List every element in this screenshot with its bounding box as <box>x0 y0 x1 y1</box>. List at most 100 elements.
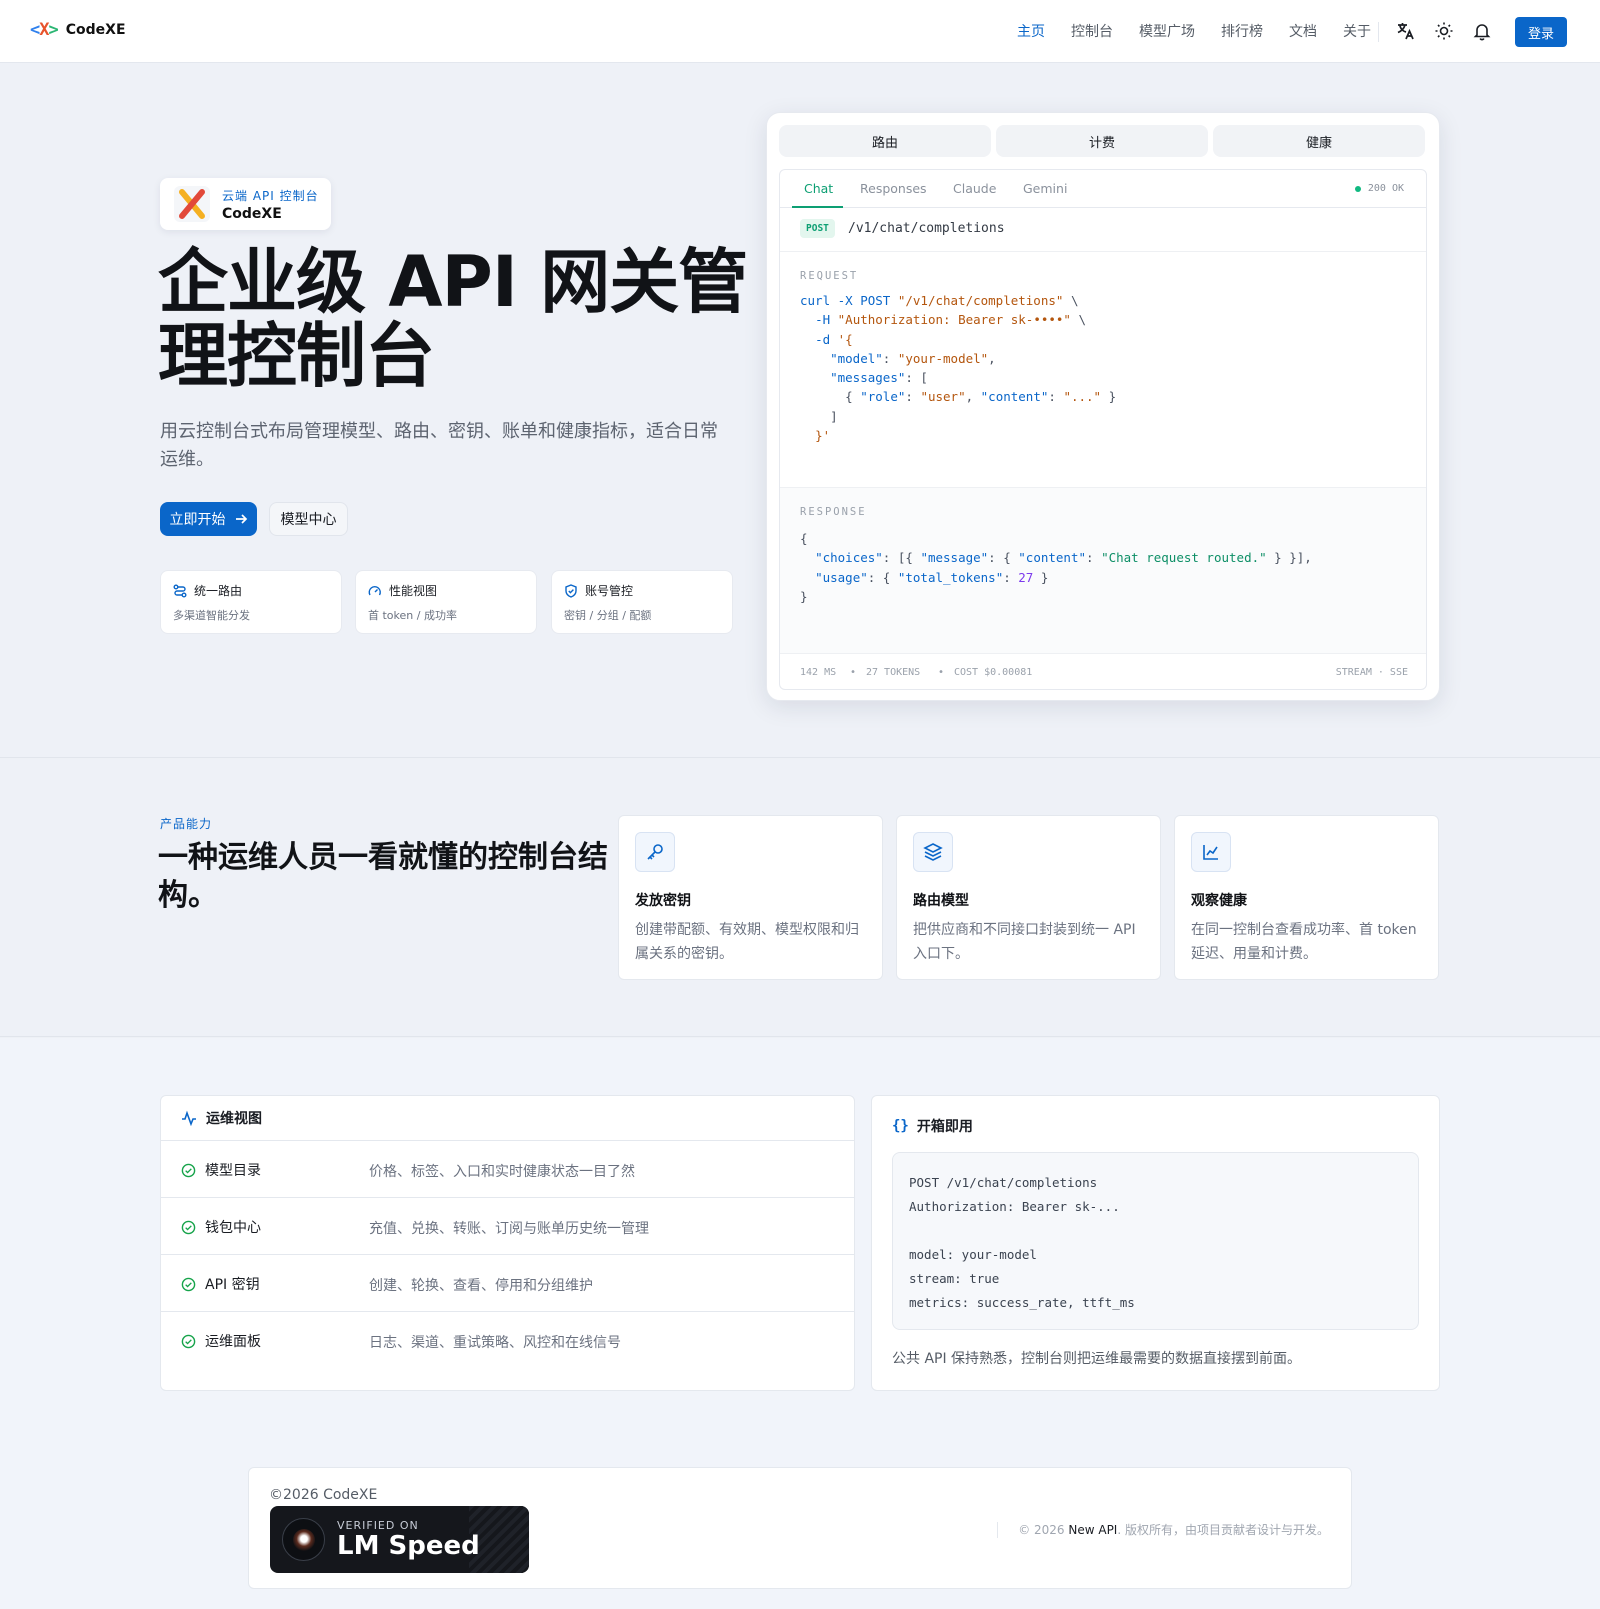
capability-card-keys: 发放密钥 创建带配额、有效期、模型权限和归属关系的密钥。 <box>618 815 883 980</box>
metric-separator: • <box>938 667 945 678</box>
get-started-label: 立即开始 <box>169 512 226 528</box>
nav-model-square[interactable]: 模型广场 <box>1139 21 1195 41</box>
get-started-button[interactable]: 立即开始 <box>160 502 257 536</box>
credits-year: © 2026 <box>1018 1523 1065 1537</box>
request-code: curl -X POST "/v1/chat/completions" \ -H… <box>800 293 1117 444</box>
braces-icon: {} <box>892 1118 909 1134</box>
check-circle-icon <box>181 1277 196 1291</box>
capability-title: 路由模型 <box>913 893 969 909</box>
segment-routing[interactable]: 路由 <box>779 125 991 157</box>
api-console-panel: 路由 计费 健康 Chat Responses Claude Gemini 20… <box>766 112 1440 701</box>
translate-icon[interactable] <box>1394 19 1418 43</box>
ops-row-desc: 价格、标签、入口和实时健康状态一目了然 <box>369 1164 635 1180</box>
tab-responses[interactable]: Responses <box>860 181 927 196</box>
stream-mode: STREAM · SSE <box>1335 667 1408 678</box>
metrics-bar: 142 MS • 27 TOKENS • COST $0.00081 STREA… <box>780 653 1426 689</box>
nav-console[interactable]: 控制台 <box>1071 21 1113 41</box>
ready-title: 开箱即用 <box>916 1119 973 1135</box>
ops-row-name: API 密钥 <box>205 1277 260 1293</box>
bell-icon[interactable] <box>1470 19 1494 43</box>
response-area: RESPONSE { "choices": [{ "message": { "c… <box>780 487 1426 653</box>
code-preview: Chat Responses Claude Gemini 200 OK POST… <box>779 169 1427 690</box>
activity-icon <box>182 1110 196 1126</box>
nav-leaderboard[interactable]: 排行榜 <box>1221 21 1263 41</box>
feature-title: 统一路由 <box>194 584 243 598</box>
latency-metric: 142 MS <box>800 667 837 678</box>
metric-separator: • <box>850 667 857 678</box>
hero-section: 云端 API 控制台 CodeXE 企业级 API 网关管理控制台 用云控制台式… <box>0 63 1600 758</box>
credits-text: . 版权所有，由项目贡献者设计与开发。 <box>1117 1523 1329 1537</box>
request-label: REQUEST <box>800 270 859 282</box>
logo[interactable]: <X> CodeXE <box>30 20 126 40</box>
capability-card-routing: 路由模型 把供应商和不同接口封装到统一 API 入口下。 <box>896 815 1161 980</box>
lm-speed-logo-icon <box>282 1518 325 1561</box>
response-code: { "choices": [{ "message": { "content": … <box>800 531 1312 604</box>
route-icon <box>173 584 187 597</box>
feature-desc: 首 token / 成功率 <box>368 609 457 622</box>
ready-note: 公共 API 保持熟悉，控制台则把运维最需要的数据直接摆到前面。 <box>892 1351 1302 1367</box>
capability-card-health: 观察健康 在同一控制台查看成功率、首 token 延迟、用量和计费。 <box>1174 815 1439 980</box>
endpoint-path: /v1/chat/completions <box>848 221 1005 236</box>
tab-chat[interactable]: Chat <box>804 181 833 196</box>
ready-code-block: POST /v1/chat/completions Authorization:… <box>892 1152 1419 1330</box>
badge-subtitle: 云端 API 控制台 <box>222 188 319 203</box>
check-circle-icon <box>181 1163 196 1177</box>
capability-desc: 把供应商和不同接口封装到统一 API 入口下。 <box>913 922 1136 962</box>
segment-billing[interactable]: 计费 <box>996 125 1208 157</box>
section-eyebrow: 产品能力 <box>160 817 213 831</box>
key-icon <box>635 832 675 872</box>
feature-title: 性能视图 <box>389 584 438 598</box>
new-api-link[interactable]: New API <box>1068 1523 1117 1537</box>
tokens-metric: 27 TOKENS <box>866 667 921 678</box>
ops-row[interactable]: 运维面板 日志、渠道、重试策略、风控和在线信号 <box>161 1312 854 1369</box>
main-nav: 主页 控制台 模型广场 排行榜 文档 关于 <box>1017 21 1397 41</box>
feature-card-account: 账号管控 密钥 / 分组 / 配额 <box>551 570 733 634</box>
ops-row[interactable]: 钱包中心 充值、兑换、转账、订阅与账单历史统一管理 <box>161 1198 854 1255</box>
arrow-right-icon <box>235 514 247 524</box>
nav-about[interactable]: 关于 <box>1343 21 1371 41</box>
ops-view-card: 运维视图 模型目录 价格、标签、入口和实时健康状态一目了然 钱包中心 充值、兑换… <box>160 1095 855 1391</box>
footer-credits: © 2026 New API. 版权所有，由项目贡献者设计与开发。 <box>997 1521 1329 1538</box>
status-badge: 200 OK <box>1354 183 1404 194</box>
top-header: <X> CodeXE 主页 控制台 模型广场 排行榜 文档 关于 登录 <box>0 0 1600 63</box>
protocol-tabs: Chat Responses Claude Gemini 200 OK <box>780 170 1426 208</box>
ops-row-name: 运维面板 <box>205 1334 261 1350</box>
model-center-button[interactable]: 模型中心 <box>269 502 348 536</box>
ready-header: {} 开箱即用 <box>892 1116 973 1136</box>
capability-desc: 在同一控制台查看成功率、首 token 延迟、用量和计费。 <box>1191 922 1417 962</box>
feature-desc: 密钥 / 分组 / 配额 <box>564 609 652 622</box>
ops-row-name: 钱包中心 <box>205 1220 261 1236</box>
codexe-logo-icon <box>174 186 210 222</box>
lm-speed-badge[interactable]: VERIFIED ON LM Speed <box>270 1506 529 1573</box>
nav-docs[interactable]: 文档 <box>1289 21 1317 41</box>
ready-to-use-card: {} 开箱即用 POST /v1/chat/completions Author… <box>871 1095 1440 1391</box>
feature-card-routing: 统一路由 多渠道智能分发 <box>160 570 342 634</box>
ops-row-name: 模型目录 <box>205 1163 261 1179</box>
ops-row[interactable]: API 密钥 创建、轮换、查看、停用和分组维护 <box>161 1255 854 1312</box>
status-text: 200 OK <box>1367 183 1404 194</box>
gauge-icon <box>368 585 381 595</box>
ops-row-desc: 创建、轮换、查看、停用和分组维护 <box>369 1278 593 1294</box>
segment-health[interactable]: 健康 <box>1213 125 1425 157</box>
site-footer: ©2026 CodeXE VERIFIED ON LM Speed © 2026… <box>248 1467 1352 1589</box>
method-badge: POST <box>800 219 835 238</box>
tab-gemini[interactable]: Gemini <box>1023 181 1067 196</box>
cost-metric: COST $0.00081 <box>954 667 1033 678</box>
ops-view-header: 运维视图 <box>161 1096 854 1141</box>
login-button[interactable]: 登录 <box>1515 17 1567 47</box>
capability-desc: 创建带配额、有效期、模型权限和归属关系的密钥。 <box>635 922 859 962</box>
nav-home[interactable]: 主页 <box>1017 21 1045 41</box>
endpoint-row: POST /v1/chat/completions <box>780 208 1426 252</box>
response-label: RESPONSE <box>800 506 867 518</box>
capability-title: 观察健康 <box>1191 893 1247 909</box>
ops-row[interactable]: 模型目录 价格、标签、入口和实时健康状态一目了然 <box>161 1141 854 1198</box>
footer-copyright: ©2026 CodeXE <box>269 1487 378 1503</box>
tab-claude[interactable]: Claude <box>953 181 996 196</box>
sun-icon[interactable] <box>1432 19 1456 43</box>
logo-mark: <X> <box>30 20 59 40</box>
capability-title: 发放密钥 <box>635 893 691 909</box>
ops-row-desc: 充值、兑换、转账、订阅与账单历史统一管理 <box>369 1221 649 1237</box>
feature-card-performance: 性能视图 首 token / 成功率 <box>355 570 537 634</box>
feature-title: 账号管控 <box>585 584 634 598</box>
check-circle-icon <box>181 1334 196 1348</box>
